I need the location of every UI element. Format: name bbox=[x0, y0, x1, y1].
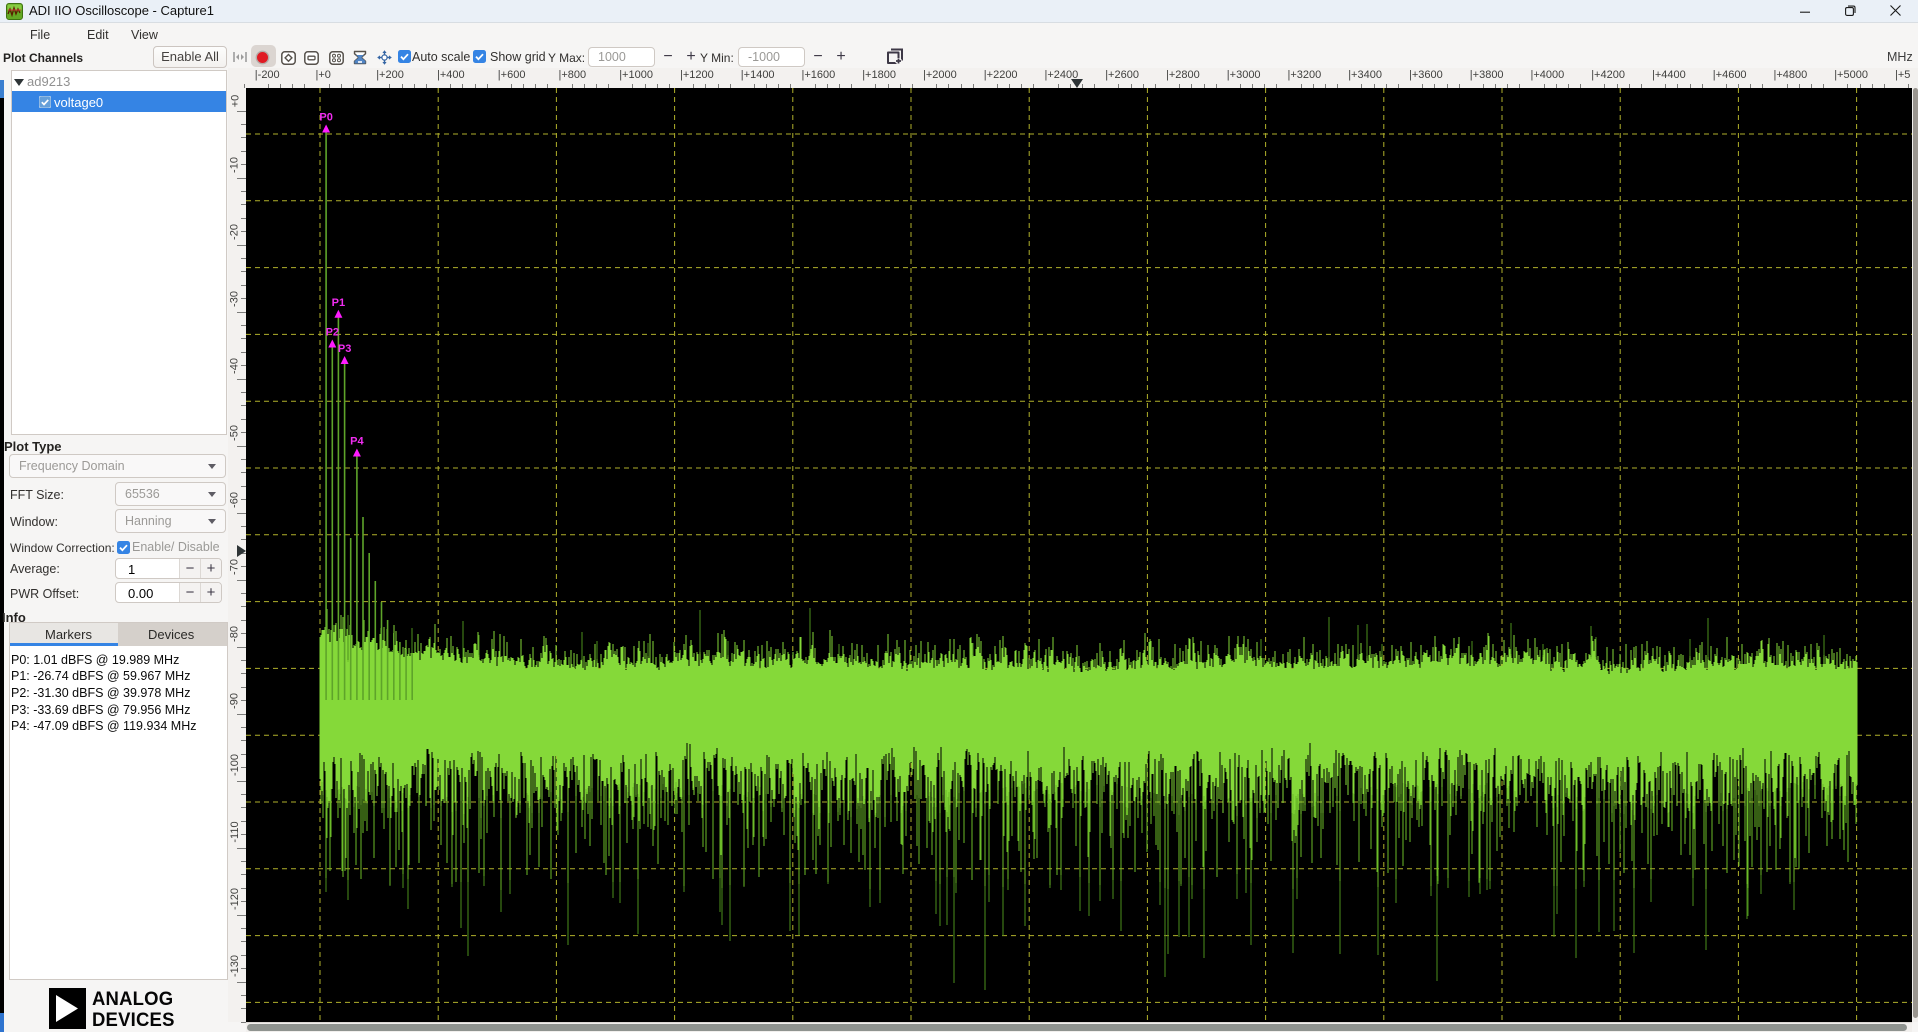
svg-text:P4: P4 bbox=[350, 436, 364, 448]
svg-text:P1: P1 bbox=[332, 297, 345, 309]
svg-text:P0: P0 bbox=[319, 112, 332, 124]
svg-text:P2: P2 bbox=[326, 327, 339, 339]
svg-text:P3: P3 bbox=[338, 343, 351, 355]
